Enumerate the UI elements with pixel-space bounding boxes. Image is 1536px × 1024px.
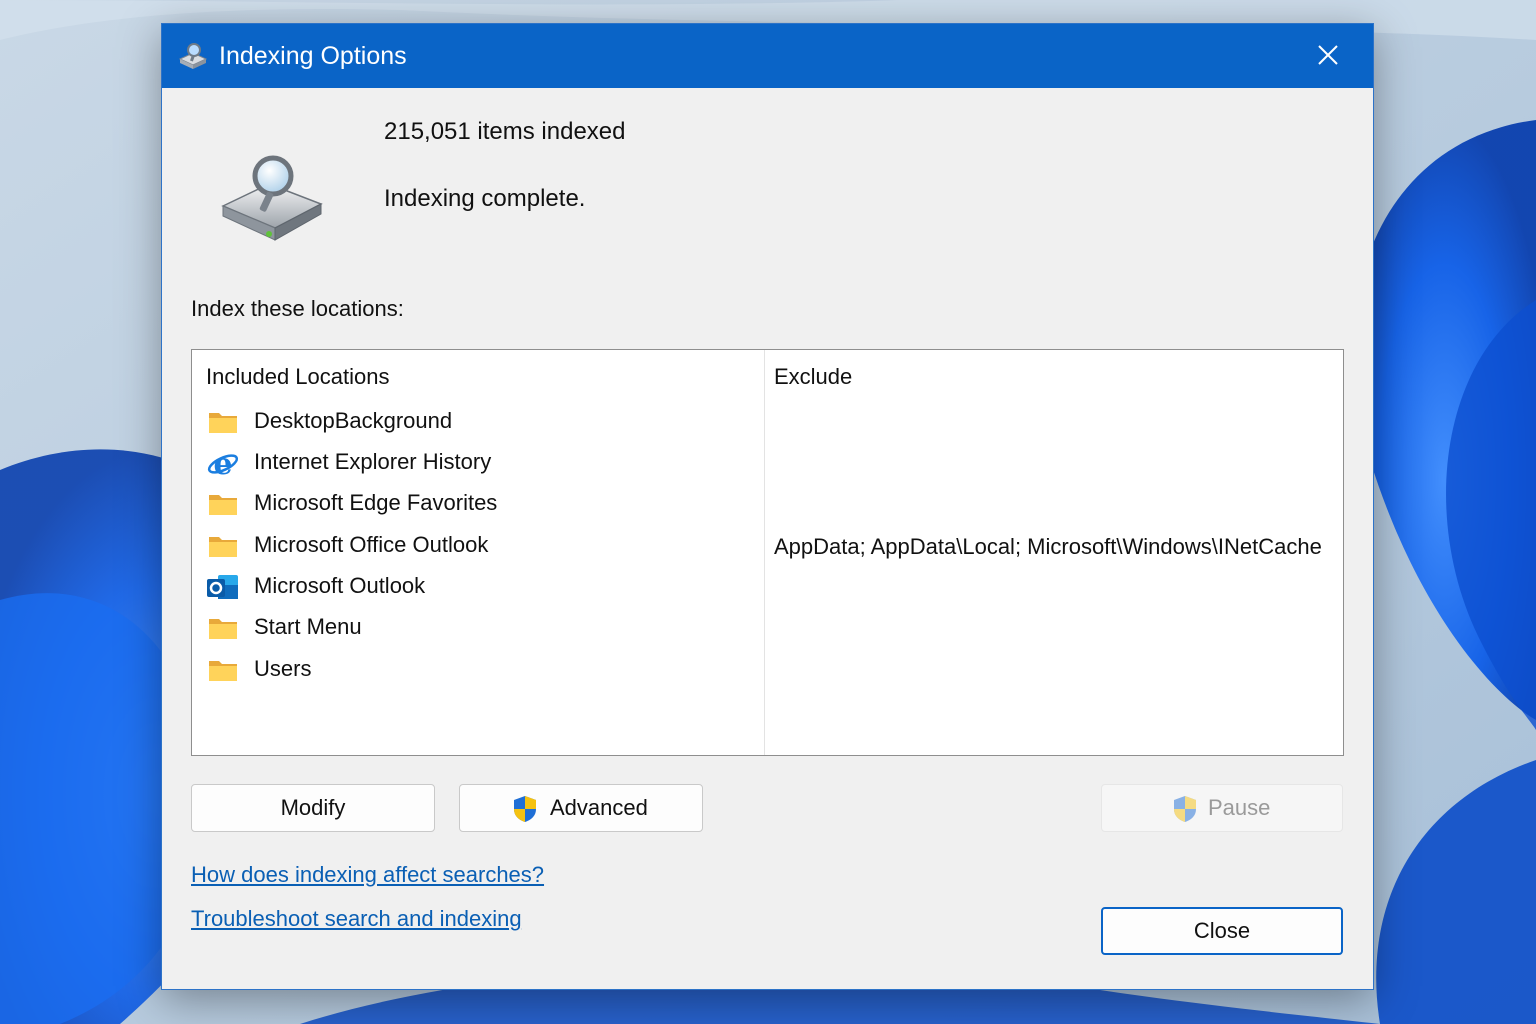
location-name: Microsoft Office Outlook bbox=[254, 532, 489, 557]
location-name: Internet Explorer History bbox=[254, 449, 492, 474]
location-name: Users bbox=[254, 656, 312, 681]
list-item[interactable]: DesktopBackground bbox=[206, 404, 746, 440]
pause-button-label: Pause bbox=[1208, 795, 1271, 820]
modify-button[interactable]: Modify bbox=[191, 784, 435, 832]
modify-button-label: Modify bbox=[280, 795, 346, 820]
items-indexed-count: 215,051 items indexed bbox=[384, 118, 626, 145]
folder-icon bbox=[209, 537, 237, 557]
indexing-status-message: Indexing complete. bbox=[384, 185, 586, 212]
folder-icon bbox=[209, 413, 237, 433]
title-bar[interactable]: Indexing Options bbox=[162, 24, 1373, 88]
folder-icon bbox=[209, 619, 237, 639]
location-name: Microsoft Outlook bbox=[254, 573, 426, 598]
location-name: DesktopBackground bbox=[254, 408, 453, 433]
uac-shield-icon bbox=[514, 796, 536, 822]
index-locations-label: Index these locations: bbox=[191, 296, 404, 321]
advanced-button[interactable]: Advanced bbox=[459, 784, 703, 832]
list-item[interactable]: e Internet Explorer History bbox=[206, 445, 746, 481]
list-item[interactable]: Microsoft Outlook bbox=[206, 569, 746, 605]
column-header-included-locations[interactable]: Included Locations bbox=[206, 362, 389, 392]
list-item[interactable]: Users bbox=[206, 652, 746, 688]
exclude-value: AppData; AppData\Local; Microsoft\Window… bbox=[774, 534, 1322, 559]
uac-shield-icon bbox=[1174, 796, 1196, 822]
window-title: Indexing Options bbox=[219, 42, 407, 70]
internet-explorer-icon: e bbox=[207, 447, 239, 479]
location-name: Start Menu bbox=[254, 614, 362, 639]
column-header-exclude[interactable]: Exclude bbox=[774, 362, 852, 392]
pause-button[interactable]: Pause bbox=[1101, 784, 1343, 832]
troubleshoot-search-link[interactable]: Troubleshoot search and indexing bbox=[191, 904, 522, 934]
list-item[interactable]: Microsoft Office Outlook bbox=[206, 528, 746, 564]
advanced-button-label: Advanced bbox=[550, 795, 648, 820]
folder-icon bbox=[209, 661, 237, 681]
close-button[interactable]: Close bbox=[1101, 907, 1343, 955]
column-divider bbox=[764, 350, 765, 755]
close-icon[interactable] bbox=[1307, 36, 1349, 76]
folder-icon bbox=[209, 495, 237, 515]
indexed-drive-magnifier-icon bbox=[221, 155, 323, 241]
close-button-label: Close bbox=[1193, 918, 1251, 943]
locations-list[interactable]: Included Locations Exclude DesktopBackgr… bbox=[191, 349, 1344, 756]
list-item[interactable]: Start Menu bbox=[206, 610, 746, 646]
how-indexing-affects-searches-link[interactable]: How does indexing affect searches? bbox=[191, 860, 544, 890]
outlook-icon bbox=[207, 575, 238, 599]
svg-text:e: e bbox=[213, 447, 232, 479]
indexing-options-icon bbox=[178, 43, 208, 69]
indexing-options-dialog: Indexing Options 215,051 items indexed I… bbox=[161, 23, 1374, 990]
list-item[interactable]: Microsoft Edge Favorites bbox=[206, 486, 746, 522]
location-name: Microsoft Edge Favorites bbox=[254, 490, 498, 515]
